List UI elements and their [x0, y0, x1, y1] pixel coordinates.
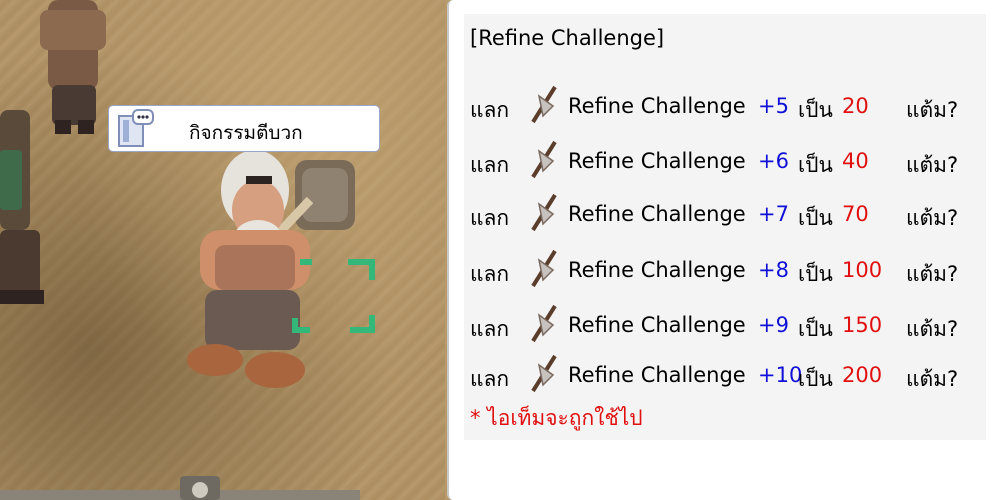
points-value: 20	[842, 94, 869, 118]
refine-level: +5	[758, 94, 789, 118]
axe-icon	[531, 85, 557, 124]
be-word: เป็น	[798, 367, 833, 391]
be-word: เป็น	[798, 206, 833, 230]
points-value: 200	[842, 363, 883, 387]
item-name: Refine Challenge	[568, 202, 746, 226]
points-unit: แต้ม?	[906, 153, 959, 177]
be-word: เป็น	[798, 262, 833, 286]
hotbar-strip[interactable]	[0, 476, 360, 500]
dialog-title: [Refine Challenge]	[470, 26, 665, 50]
refine-level: +9	[758, 313, 789, 337]
points-unit: แต้ม?	[906, 317, 959, 341]
points-unit: แต้ม?	[906, 98, 959, 122]
points-value: 70	[842, 202, 869, 226]
consume-note: * ไอเท็มจะถูกใช้ไป	[470, 406, 643, 430]
game-scene[interactable]: กิจกรรมตีบวก	[0, 0, 445, 500]
refine-level: +6	[758, 149, 789, 173]
trade-word: แลก	[470, 98, 510, 122]
item-name: Refine Challenge	[568, 313, 746, 337]
axe-icon	[531, 193, 557, 232]
axe-icon	[531, 304, 557, 343]
be-word: เป็น	[798, 98, 833, 122]
background-npc[interactable]	[40, 0, 106, 134]
points-value: 100	[842, 258, 883, 282]
points-unit: แต้ม?	[906, 262, 959, 286]
npc-name-tag[interactable]: กิจกรรมตีบวก	[108, 105, 380, 152]
points-value: 150	[842, 313, 883, 337]
axe-icon	[531, 140, 557, 179]
game-world	[0, 0, 375, 500]
background-npc-left[interactable]	[0, 110, 44, 304]
item-name: Refine Challenge	[568, 363, 746, 387]
item-name: Refine Challenge	[568, 258, 746, 282]
be-word: เป็น	[798, 317, 833, 341]
axe-icon	[531, 249, 557, 288]
refine-level: +10	[758, 363, 803, 387]
points-unit: แต้ม?	[906, 367, 959, 391]
trade-word: แลก	[470, 317, 510, 341]
trade-word: แลก	[470, 262, 510, 286]
npc-name: กิจกรรมตีบวก	[189, 122, 303, 144]
item-name: Refine Challenge	[568, 149, 746, 173]
chat-window-icon	[118, 109, 154, 147]
npc-dialog-window: [Refine Challenge] แลก Refine Challenge …	[447, 0, 1000, 500]
trade-word: แลก	[470, 367, 510, 391]
points-unit: แต้ม?	[906, 206, 959, 230]
dialog-content: [Refine Challenge] แลก Refine Challenge …	[464, 14, 986, 440]
item-name: Refine Challenge	[568, 94, 746, 118]
npc-sprite[interactable]	[187, 150, 355, 388]
refine-level: +8	[758, 258, 789, 282]
trade-word: แลก	[470, 206, 510, 230]
refine-level: +7	[758, 202, 789, 226]
be-word: เป็น	[798, 153, 833, 177]
points-value: 40	[842, 149, 869, 173]
axe-icon	[531, 354, 557, 393]
trade-word: แลก	[470, 153, 510, 177]
